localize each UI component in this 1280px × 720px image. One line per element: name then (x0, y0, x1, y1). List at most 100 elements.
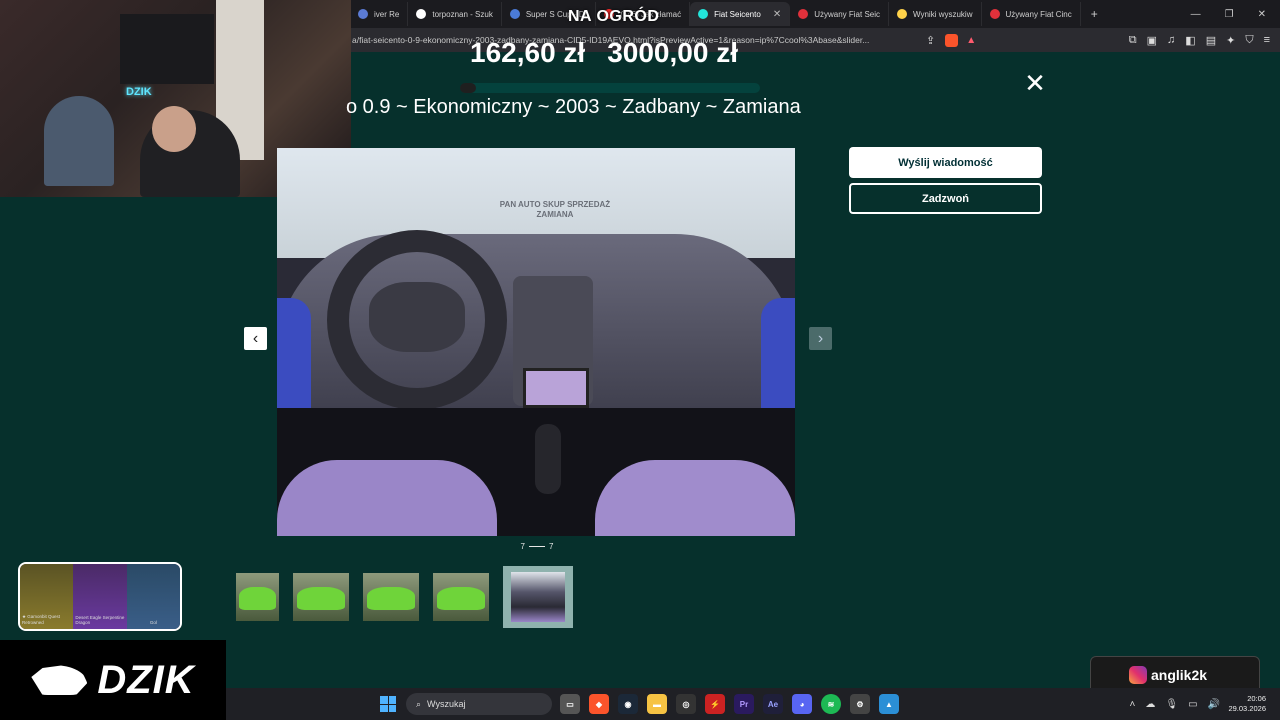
call-button[interactable]: Zadzwoń (849, 183, 1042, 214)
brave-rewards-icon[interactable]: ▲ (966, 35, 976, 46)
listing-title: o 0.9 ~ Ekonomiczny ~ 2003 ~ Zadbany ~ Z… (346, 96, 801, 118)
photo-counter-total: 7 (549, 542, 554, 551)
tab-favicon-icon (897, 9, 907, 19)
screenshot-icon[interactable]: ▣ (1147, 34, 1157, 47)
toolbar-icons: ⧉ ▣ ♫ ◧ ▤ ✦ ⛉ ≡ (1129, 28, 1270, 52)
thumbnail-active[interactable] (503, 566, 573, 628)
maximize-icon[interactable]: ❐ (1225, 9, 1234, 20)
tab-favicon-icon (509, 9, 520, 19)
thumbnail[interactable] (363, 573, 419, 621)
vpn-icon[interactable]: ⛉ (1245, 34, 1253, 47)
tab-favicon-icon (416, 9, 427, 19)
wallet-icon[interactable]: ▤ (1206, 34, 1216, 47)
photo-seat-right (595, 460, 795, 536)
display-icon[interactable]: ▭ (1188, 699, 1197, 710)
close-window-icon[interactable]: ✕ (1258, 9, 1266, 20)
case-card: Desert Eagle Serpentine Dragon (73, 564, 127, 629)
sidebar-icon[interactable]: ◧ (1185, 34, 1195, 47)
photo-seat-left (277, 460, 497, 536)
brave-icon[interactable]: ◆ (589, 694, 609, 714)
case-opening-overlay: ★ Gamonbit Quest Retrowned Desert Eagle … (18, 562, 182, 631)
browser-tab-label: Używany Fiat Cinc (1005, 9, 1072, 19)
browser-tab[interactable]: Fiat Seicento ✕ (690, 2, 791, 26)
browser-tab[interactable]: Używany Fiat Seic (790, 2, 889, 26)
taskbar-clock[interactable]: 20:06 29.03.2026 (1228, 694, 1266, 714)
tab-favicon-icon (358, 9, 368, 19)
browser-tab-label: torpoznan - Szuk (432, 9, 493, 19)
browser-tab[interactable]: torpoznan - Szuk (408, 2, 502, 26)
browser-tab[interactable]: Wyniki wyszukiw (889, 2, 982, 26)
thumbnail[interactable] (293, 573, 349, 621)
close-tab-icon[interactable]: ✕ (773, 9, 781, 20)
settings-icon[interactable]: ⚙ (850, 694, 870, 714)
webcam-person-left (44, 96, 114, 186)
photos-icon[interactable]: ▲ (879, 694, 899, 714)
dzik-logo-text: DZIK (97, 657, 195, 702)
task-view-icon[interactable]: ▭ (560, 694, 580, 714)
volume-icon[interactable]: 🔊 (1208, 699, 1220, 710)
tab-favicon-icon (798, 9, 809, 19)
browser-tab-label: Fiat Seicento (714, 9, 761, 19)
extensions-icon[interactable]: ⧉ (1129, 34, 1137, 47)
new-tab-button[interactable]: + (1081, 7, 1108, 21)
system-tray: ˄ ☁ 🎙 ▭ 🔊 (1130, 688, 1220, 720)
webcam-wall-panel (120, 14, 214, 84)
case-card: Gol (126, 564, 180, 629)
cloud-icon[interactable]: ☁ (1145, 699, 1155, 710)
send-message-button[interactable]: Wyślij wiadomość (849, 147, 1042, 178)
donation-progress-bar (460, 83, 760, 93)
main-photo[interactable]: PAN AUTO SKUP SPRZEDAŻ ZAMIANA (277, 148, 795, 536)
file-explorer-icon[interactable]: ▬ (647, 694, 667, 714)
instagram-icon (1129, 666, 1147, 684)
next-photo-button[interactable]: › (809, 327, 832, 350)
previous-photo-button[interactable]: ‹ (244, 327, 267, 350)
close-gallery-button[interactable]: ✕ (1024, 70, 1046, 96)
thumbnail[interactable] (433, 573, 489, 621)
obs-icon[interactable]: ◎ (676, 694, 696, 714)
spotify-icon[interactable]: ≋ (821, 694, 841, 714)
webcam-neon-sign: DZIK (126, 86, 152, 98)
instagram-handle: anglik2k (1151, 667, 1208, 683)
browser-tab[interactable]: Używany Fiat Cinc (982, 2, 1081, 26)
thumbnail[interactable] (236, 573, 279, 621)
steam-icon[interactable]: ◉ (618, 694, 638, 714)
after-effects-icon[interactable]: Ae (763, 694, 783, 714)
discord-icon[interactable]: ◕ (792, 694, 812, 714)
browser-tab-label: iver Re (374, 9, 400, 19)
webcam-person-head (152, 106, 196, 152)
donation-amounts: 162,60 zł 3000,00 zł (470, 37, 738, 69)
music-icon[interactable]: ♫ (1167, 34, 1175, 46)
donation-goal: 3000,00 zł (607, 37, 738, 68)
photo-radio-screen (523, 368, 589, 408)
donation-current: 162,60 zł (470, 37, 586, 68)
premiere-pro-icon[interactable]: Pr (734, 694, 754, 714)
browser-tab-label: Wyniki wyszukiw (913, 9, 973, 19)
boar-icon (31, 665, 88, 695)
editor-icon[interactable]: ⚡ (705, 694, 725, 714)
browser-tab-label: Używany Fiat Seic (814, 9, 880, 19)
windows-taskbar: ⌕ Wyszukaj ▭ ◆ ◉ ▬ ◎ ⚡ Pr Ae ◕ ≋ ⚙ ▲ ˄ ☁… (226, 688, 1280, 720)
clock-time: 20:06 (1247, 694, 1266, 703)
taskbar-search[interactable]: ⌕ Wyszukaj (406, 693, 552, 715)
case-card: ★ Gamonbit Quest Retrowned (20, 564, 74, 629)
search-icon: ⌕ (416, 698, 422, 709)
tab-favicon-icon (698, 9, 709, 19)
minimize-icon[interactable]: — (1191, 9, 1201, 20)
photo-watermark: PAN AUTO SKUP SPRZEDAŻ ZAMIANA (499, 200, 611, 219)
chevron-up-icon[interactable]: ˄ (1130, 699, 1136, 710)
photo-counter-separator (529, 546, 545, 547)
donation-goal-title: NA OGRÓD (568, 8, 660, 25)
dzik-logo: DZIK (0, 640, 226, 720)
tab-favicon-icon (989, 9, 1000, 19)
browser-tab[interactable]: iver Re (350, 2, 409, 26)
photo-wheel-hub (369, 282, 465, 352)
window-controls: — ❐ ✕ (1191, 0, 1280, 28)
thumbnail-strip (236, 566, 573, 628)
brave-shield-icon[interactable] (945, 33, 959, 47)
clock-date: 29.03.2026 (1228, 704, 1266, 713)
microphone-icon[interactable]: 🎙 (1165, 699, 1178, 710)
leo-ai-icon[interactable]: ✦ (1226, 34, 1235, 47)
windows-start-icon[interactable] (380, 696, 396, 712)
menu-icon[interactable]: ≡ (1264, 34, 1270, 46)
share-icon[interactable]: ⇪ (926, 34, 935, 47)
